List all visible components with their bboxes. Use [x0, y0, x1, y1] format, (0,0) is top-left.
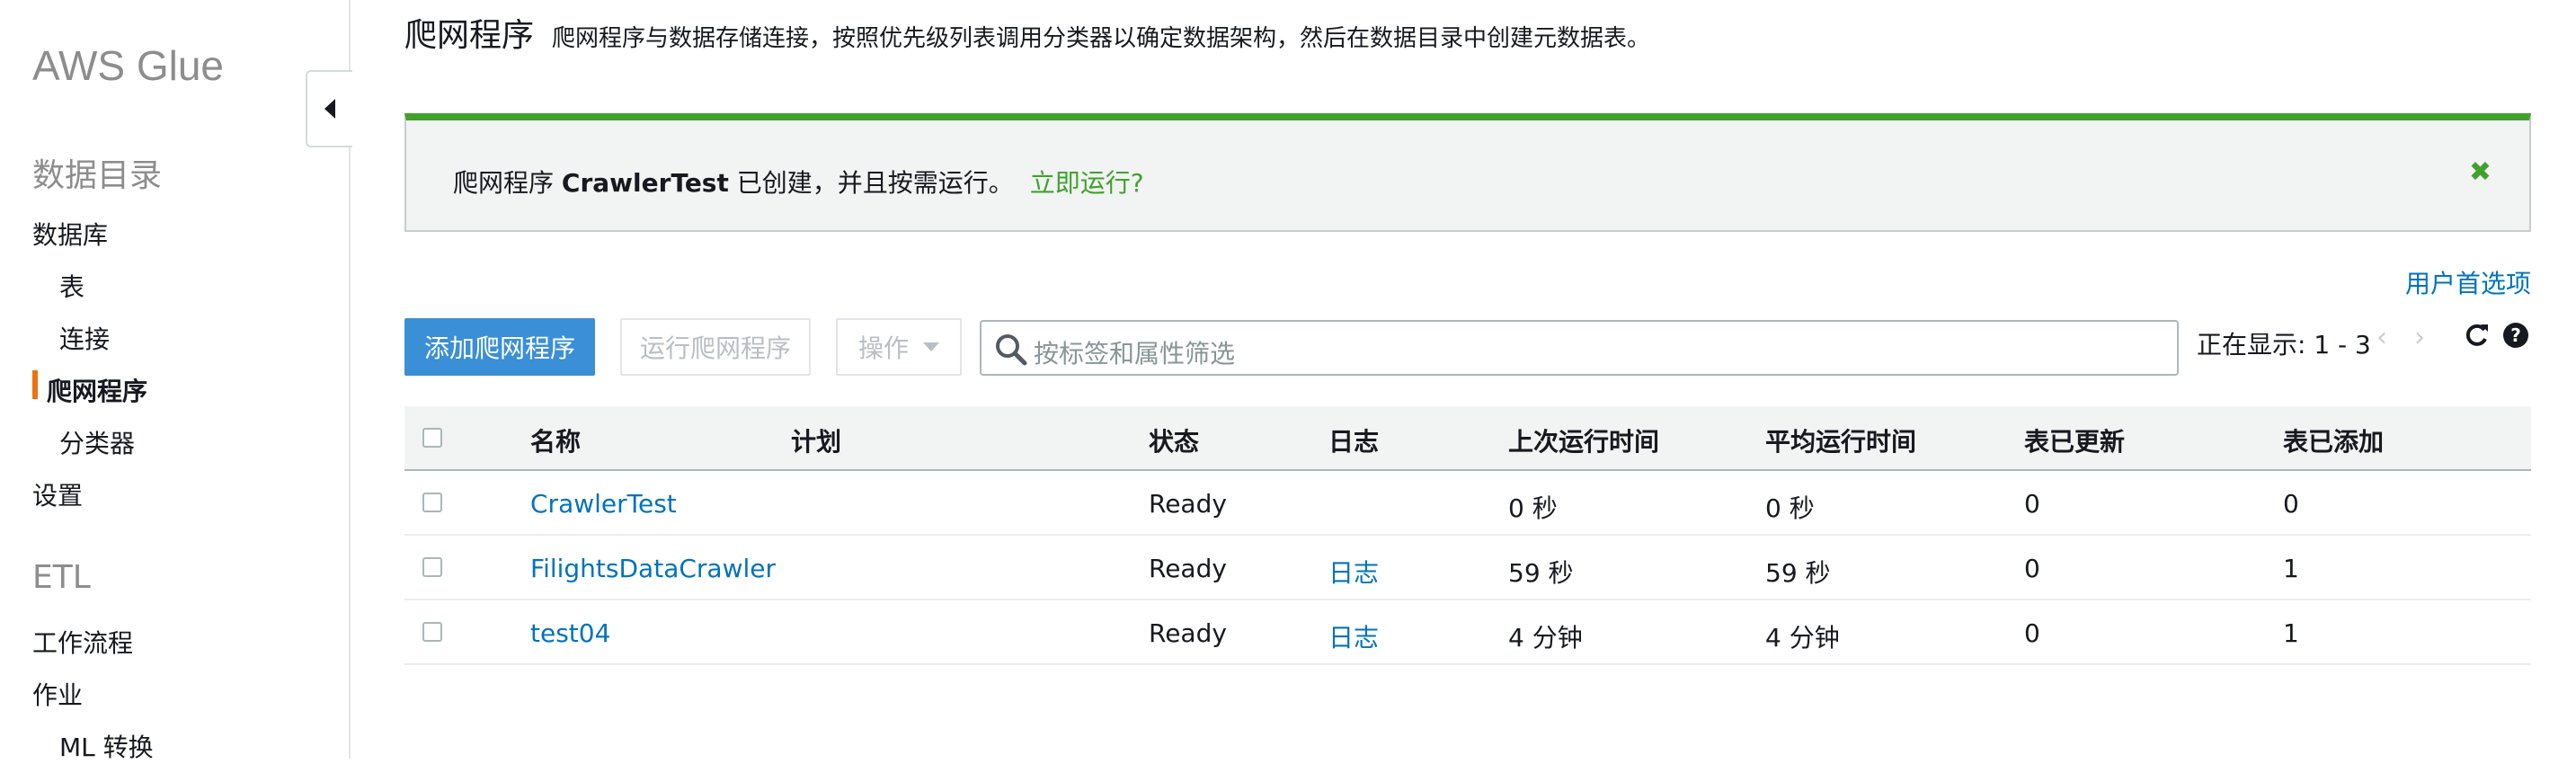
caret-down-icon — [923, 342, 939, 351]
flash-prefix: 爬网程序 — [453, 168, 555, 198]
sidebar-item-databases[interactable]: 数据库 — [32, 216, 108, 252]
active-item-marker — [32, 370, 38, 399]
tables-updated-cell: 0 — [2024, 554, 2040, 583]
add-crawler-button[interactable]: 添加爬网程序 — [404, 318, 595, 376]
flash-text: 爬网程序 CrawlerTest 已创建，并且按需运行。 立即运行? — [453, 164, 1144, 200]
crawler-name-link[interactable]: test04 — [530, 618, 610, 648]
close-x-icon[interactable]: ✖ — [2469, 156, 2492, 188]
user-preferences-link[interactable]: 用户首选项 — [2405, 264, 2531, 300]
column-header-status[interactable]: 状态 — [1149, 422, 1199, 458]
median-runtime-cell: 0 秒 — [1765, 493, 1815, 523]
sidebar-item-settings[interactable]: 设置 — [32, 476, 83, 512]
status-cell: Ready — [1149, 554, 1227, 583]
section-title-data-catalog: 数据目录 — [32, 157, 163, 194]
tables-updated-cell: 0 — [2024, 618, 2040, 648]
column-header-median-runtime[interactable]: 平均运行时间 — [1765, 422, 1916, 458]
page-description: 爬网程序与数据存储连接，按照优先级列表调用分类器以确定数据架构，然后在数据目录中… — [552, 25, 1651, 52]
run-now-link[interactable]: 立即运行? — [1030, 168, 1144, 198]
last-runtime-cell: 0 秒 — [1508, 493, 1558, 523]
table-row[interactable]: FilightsDataCrawler Ready 日志 59 秒 59 秒 0… — [404, 536, 2531, 600]
search-icon — [994, 333, 1028, 370]
tables-updated-cell: 0 — [2024, 489, 2040, 519]
flash-crawler-name: CrawlerTest — [561, 168, 729, 198]
sidebar-item-workflows[interactable]: 工作流程 — [32, 624, 133, 660]
row-checkbox[interactable] — [422, 493, 442, 512]
collapse-sidebar-button[interactable] — [306, 70, 352, 147]
logs-link[interactable]: 日志 — [1328, 554, 1379, 590]
row-checkbox[interactable] — [422, 622, 442, 642]
sidebar-item-tables[interactable]: 表 — [59, 268, 84, 304]
pagination-status: 正在显示: 1 - 3 — [2197, 330, 2371, 360]
median-runtime-cell: 4 分钟 — [1765, 623, 1840, 653]
table-header-row: 名称 计划 状态 日志 上次运行时间 平均运行时间 表已更新 表已添加 — [404, 406, 2531, 471]
row-checkbox[interactable] — [422, 557, 442, 577]
column-header-tables-updated[interactable]: 表已更新 — [2024, 422, 2125, 458]
search-placeholder: 按标签和属性筛选 — [1034, 339, 1236, 369]
column-header-tables-added[interactable]: 表已添加 — [2283, 422, 2384, 458]
sidebar-item-crawlers[interactable]: 爬网程序 — [47, 372, 147, 408]
crawlers-table: 名称 计划 状态 日志 上次运行时间 平均运行时间 表已更新 表已添加 Craw… — [404, 406, 2531, 665]
status-cell: Ready — [1149, 618, 1227, 648]
next-page-icon[interactable]: › — [2414, 322, 2425, 353]
crawler-name-link[interactable]: FilightsDataCrawler — [530, 554, 776, 583]
table-row[interactable]: CrawlerTest Ready 0 秒 0 秒 0 0 — [404, 471, 2531, 536]
table-row[interactable]: test04 Ready 日志 4 分钟 4 分钟 0 1 — [404, 600, 2531, 665]
caret-left-icon — [324, 99, 335, 119]
actions-dropdown[interactable]: 操作 — [836, 318, 962, 376]
crawler-name-link[interactable]: CrawlerTest — [530, 489, 677, 519]
run-crawler-button[interactable]: 运行爬网程序 — [620, 318, 811, 376]
refresh-icon[interactable] — [2463, 322, 2490, 352]
column-header-last-runtime[interactable]: 上次运行时间 — [1508, 422, 1659, 458]
sidebar-item-connections[interactable]: 连接 — [59, 320, 110, 356]
filter-search-input[interactable]: 按标签和属性筛选 — [980, 320, 2179, 376]
section-title-etl: ETL — [32, 559, 91, 596]
tables-added-cell: 0 — [2283, 489, 2299, 519]
last-runtime-cell: 4 分钟 — [1508, 623, 1583, 653]
help-icon[interactable]: ? — [2502, 322, 2529, 352]
median-runtime-cell: 59 秒 — [1765, 558, 1831, 588]
actions-label: 操作 — [857, 333, 909, 363]
column-header-schedule[interactable]: 计划 — [791, 422, 841, 458]
svg-text:?: ? — [2510, 324, 2521, 346]
status-cell: Ready — [1149, 489, 1227, 519]
success-flash-message: 爬网程序 CrawlerTest 已创建，并且按需运行。 立即运行? ✖ — [404, 113, 2531, 232]
select-all-checkbox[interactable] — [422, 428, 442, 448]
sidebar-item-ml-transforms[interactable]: ML 转换 — [59, 728, 154, 764]
last-runtime-cell: 59 秒 — [1508, 558, 1574, 588]
column-header-logs[interactable]: 日志 — [1328, 422, 1379, 458]
sidebar: AWS Glue 数据目录 数据库 表 连接 爬网程序 分类器 设置 ETL 工… — [0, 0, 351, 762]
flash-suffix: 已创建，并且按需运行。 — [736, 168, 1014, 198]
brand-title: AWS Glue — [32, 42, 225, 89]
logs-link[interactable]: 日志 — [1328, 618, 1379, 654]
page-title: 爬网程序 — [404, 17, 535, 54]
column-header-name[interactable]: 名称 — [530, 422, 581, 458]
tables-added-cell: 1 — [2283, 618, 2299, 648]
previous-page-icon[interactable]: ‹ — [2376, 322, 2387, 353]
sidebar-item-classifiers[interactable]: 分类器 — [59, 424, 135, 460]
tables-added-cell: 1 — [2283, 554, 2299, 583]
sidebar-item-jobs[interactable]: 作业 — [32, 676, 83, 712]
